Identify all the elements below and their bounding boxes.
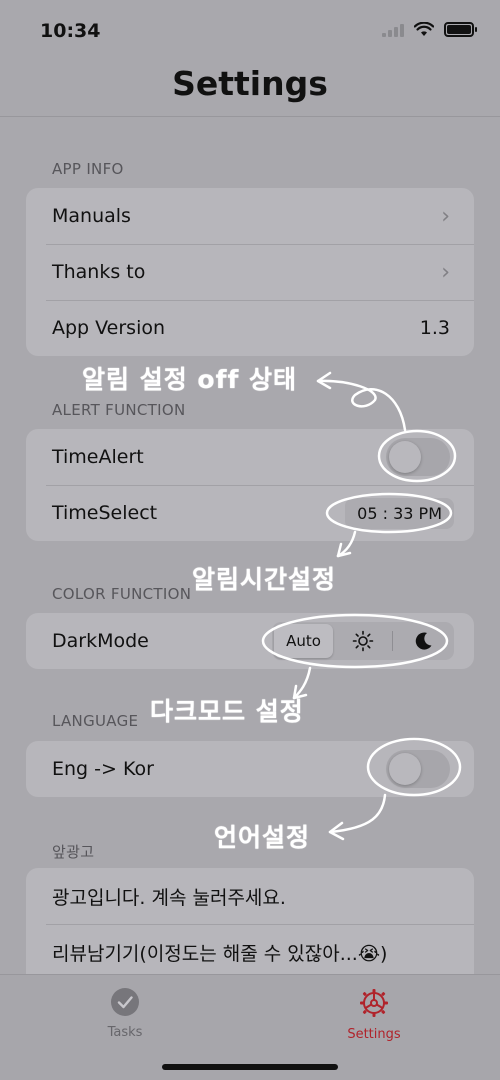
row-dark-mode: DarkMode Auto: [26, 613, 474, 669]
section-header-color-function: COLOR FUNCTION: [52, 585, 192, 603]
status-time: 10:34: [40, 20, 101, 42]
status-bar: 10:34: [0, 0, 500, 60]
row-ad[interactable]: 광고입니다. 계속 눌러주세요.: [26, 868, 474, 924]
row-label: Thanks to: [52, 261, 146, 283]
toggle-knob: [389, 441, 421, 473]
time-picker[interactable]: 05 : 33 PM: [345, 497, 454, 529]
battery-icon: [444, 22, 477, 37]
row-label: Manuals: [52, 205, 131, 227]
row-time-select: TimeSelect 05 : 33 PM: [26, 485, 474, 541]
row-thanks-to[interactable]: Thanks to ›: [26, 244, 474, 300]
row-time-alert: TimeAlert: [26, 429, 474, 485]
row-manuals[interactable]: Manuals ›: [26, 188, 474, 244]
gear-icon: [360, 989, 388, 1017]
annotation-dark-mode: 다크모드 설정: [150, 697, 304, 726]
row-review[interactable]: 리뷰남기기(이정도는 해줄 수 있잖아...😭): [26, 924, 474, 974]
app-version-value: 1.3: [419, 317, 450, 339]
chevron-right-icon: ›: [441, 259, 450, 285]
section-header-language: LANGUAGE: [52, 712, 139, 730]
chevron-right-icon: ›: [441, 203, 450, 229]
page-title: Settings: [172, 64, 328, 103]
row-app-version: App Version 1.3: [26, 300, 474, 356]
annotation-language: 언어설정: [214, 823, 311, 852]
home-indicator: [162, 1064, 338, 1070]
row-label: TimeSelect: [52, 502, 158, 524]
wifi-icon: [414, 22, 434, 36]
section-header-alert-function: ALERT FUNCTION: [52, 401, 186, 419]
row-label: 리뷰남기기(이정도는 해줄 수 있잖아...😭): [52, 942, 388, 965]
sun-icon: [352, 630, 373, 652]
tab-settings-label: Settings: [347, 1027, 401, 1042]
segment-light[interactable]: [333, 624, 392, 658]
group-alert-function: TimeAlert TimeSelect 05 : 33 PM: [26, 429, 474, 541]
time-alert-toggle[interactable]: [386, 438, 450, 476]
segment-dark[interactable]: [393, 624, 452, 658]
section-header-app-info: APP INFO: [52, 160, 124, 178]
moon-icon: [415, 632, 431, 650]
cellular-signal-icon: [382, 23, 404, 37]
nav-divider: [0, 116, 500, 117]
tab-settings[interactable]: Settings: [304, 987, 444, 1042]
tab-tasks-label: Tasks: [107, 1025, 143, 1040]
language-toggle[interactable]: [386, 750, 450, 788]
dark-mode-segmented-control: Auto: [272, 622, 454, 660]
row-label: Eng -> Kor: [52, 758, 154, 780]
group-color-function: DarkMode Auto: [26, 613, 474, 669]
row-label: 광고입니다. 계속 눌러주세요.: [52, 886, 286, 909]
toggle-knob: [389, 753, 421, 785]
annotation-alert-time: 알림시간설정: [192, 565, 337, 594]
segment-auto-label: Auto: [286, 632, 321, 650]
row-eng-kor: Eng -> Kor: [26, 741, 474, 797]
annotation-alert-off: 알림 설정 off 상태: [82, 365, 298, 394]
group-language: Eng -> Kor: [26, 741, 474, 797]
status-icons: [382, 22, 477, 37]
segment-auto[interactable]: Auto: [274, 624, 333, 658]
tab-tasks[interactable]: Tasks: [55, 987, 195, 1040]
row-label: DarkMode: [52, 630, 149, 652]
row-label: App Version: [52, 317, 166, 339]
group-app-info: Manuals › Thanks to › App Version 1.3: [26, 188, 474, 356]
row-label: TimeAlert: [52, 446, 144, 468]
section-header-ads: 앞광고: [52, 843, 95, 861]
checkmark-circle-icon: [111, 988, 139, 1016]
group-ads: 광고입니다. 계속 눌러주세요. 리뷰남기기(이정도는 해줄 수 있잖아...😭…: [26, 868, 474, 974]
